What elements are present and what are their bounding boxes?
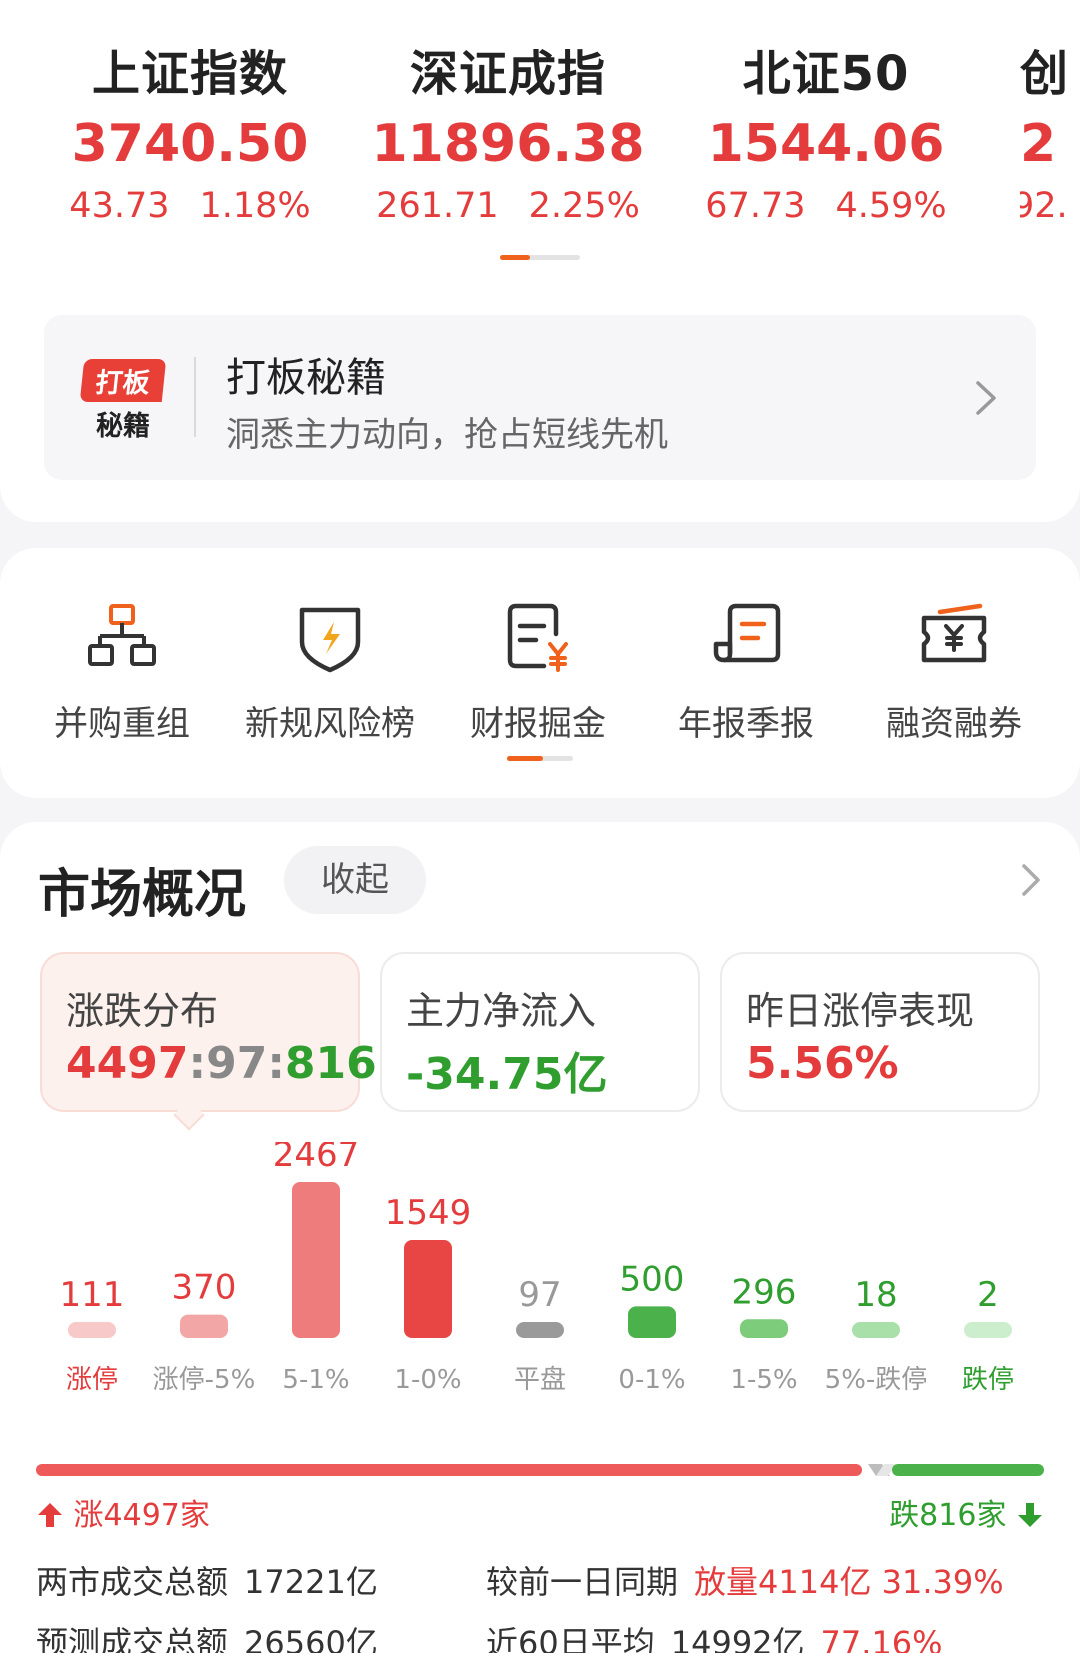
index-shanghai[interactable]: 上证指数 3740.50 43.73 1.18% bbox=[40, 34, 340, 226]
stat-value: -34.75亿 bbox=[406, 1049, 608, 1100]
chart-value-label: 2467 bbox=[273, 1142, 360, 1175]
chart-bar bbox=[516, 1322, 564, 1338]
stat-main-net-inflow[interactable]: 主力净流入 -34.75亿 bbox=[380, 952, 700, 1112]
index-price: 2 bbox=[1020, 114, 1057, 174]
index-change: 92. bbox=[1020, 186, 1068, 226]
index-name: 深证成指 bbox=[409, 46, 606, 102]
shortcut-earnings[interactable]: 财报掘金 bbox=[434, 598, 642, 745]
shortcut-risk-list[interactable]: 新规风险榜 bbox=[226, 598, 434, 745]
stat-label: 昨日涨停表现 bbox=[746, 989, 975, 1033]
market-overview-card: 市场概况 收起 涨跌分布 4497:97:816 主力净流入 -34.75亿 昨… bbox=[0, 822, 1080, 1653]
chart-bar bbox=[628, 1306, 676, 1338]
chart-category-label: 涨停 bbox=[66, 1365, 118, 1395]
shortcut-annual-report[interactable]: 年报季报 bbox=[642, 598, 850, 745]
shield-lightning-icon bbox=[299, 607, 361, 673]
shortcut-margin-trading[interactable]: 融资融券 bbox=[850, 598, 1058, 745]
stat-label: 主力净流入 bbox=[406, 989, 597, 1033]
arrow-up-icon bbox=[38, 1503, 62, 1527]
shortcut-label: 并购重组 bbox=[54, 704, 190, 744]
index-name: 北证50 bbox=[742, 46, 910, 102]
summary-row-compare: 较前一日同期 放量4114亿 31.39% bbox=[486, 1563, 1004, 1601]
chart-bar bbox=[404, 1240, 452, 1338]
shortcut-label: 新规风险榜 bbox=[245, 704, 415, 744]
yuan-ticket-icon bbox=[921, 603, 987, 663]
summary-row-forecast: 预测成交总额 26560亿 bbox=[36, 1624, 378, 1653]
distribution-bar-chart: 111 涨停 370 涨停-5% 2467 5-1% 1549 1-0% 97 平盘 500 0-1%… bbox=[60, 1142, 1014, 1395]
index-change: 67.73 4.59% bbox=[705, 186, 947, 226]
chart-bar bbox=[68, 1322, 116, 1338]
index-chinext-partial[interactable]: 创 2 92. bbox=[1020, 34, 1080, 226]
arrow-down-icon bbox=[1018, 1503, 1042, 1527]
shortcut-label: 融资融券 bbox=[886, 704, 1022, 744]
chart-category-label: 1-5% bbox=[730, 1365, 797, 1395]
shortcut-merger[interactable]: 并购重组 bbox=[18, 598, 226, 745]
chart-value-label: 97 bbox=[518, 1275, 561, 1315]
index-name: 创 bbox=[1020, 46, 1070, 102]
chevron-right-icon[interactable] bbox=[1016, 858, 1046, 902]
chart-bar bbox=[292, 1182, 340, 1338]
stat-updown-distribution[interactable]: 涨跌分布 4497:97:816 bbox=[40, 952, 377, 1112]
chart-bar bbox=[852, 1322, 900, 1338]
chart-category-label: 涨停-5% bbox=[153, 1365, 256, 1395]
index-price: 11896.38 bbox=[371, 114, 645, 174]
promo-logo: 打板 秘籍 bbox=[79, 359, 167, 442]
chart-category-label: 5-1% bbox=[282, 1365, 349, 1395]
report-yuan-icon bbox=[507, 603, 568, 672]
chart-value-label: 296 bbox=[732, 1272, 797, 1312]
chart-category-label: 跌停 bbox=[962, 1365, 1014, 1395]
chart-value-label: 111 bbox=[60, 1275, 125, 1315]
stat-yesterday-limit-up[interactable]: 昨日涨停表现 5.56% bbox=[720, 952, 1040, 1112]
index-change: 261.71 2.25% bbox=[376, 186, 640, 226]
chart-category-label: 0-1% bbox=[618, 1365, 685, 1395]
up-count: 涨4497家 bbox=[36, 1490, 210, 1534]
index-price: 3740.50 bbox=[71, 114, 309, 174]
index-shenzhen[interactable]: 深证成指 11896.38 261.71 2.25% bbox=[358, 34, 658, 226]
stat-value: 5.56% bbox=[746, 1038, 899, 1089]
index-beijing50[interactable]: 北证50 1544.06 67.73 4.59% bbox=[676, 34, 976, 226]
section-title: 市场概况 bbox=[38, 865, 247, 925]
summary-row-turnover: 两市成交总额 17221亿 bbox=[36, 1563, 378, 1601]
collapse-button[interactable]: 收起 bbox=[284, 846, 426, 914]
index-price: 1544.06 bbox=[707, 114, 945, 174]
index-change: 43.73 1.18% bbox=[69, 186, 311, 226]
org-chart-icon bbox=[88, 604, 156, 666]
chart-value-label: 1549 bbox=[385, 1193, 472, 1233]
chart-category-label: 平盘 bbox=[514, 1365, 566, 1395]
index-page-indicator bbox=[500, 255, 580, 260]
chart-value-label: 18 bbox=[854, 1275, 897, 1315]
promo-subtitle: 洞悉主力动向，抢占短线先机 bbox=[226, 415, 668, 455]
stat-value: 4497:97:816 bbox=[66, 1038, 377, 1089]
divider bbox=[194, 357, 196, 437]
chevron-right-icon bbox=[976, 381, 996, 415]
chart-value-label: 2 bbox=[977, 1275, 999, 1315]
shortcut-label: 财报掘金 bbox=[470, 704, 606, 744]
shortcut-page-indicator bbox=[507, 756, 573, 761]
promo-banner[interactable]: 打板 秘籍 打板秘籍 洞悉主力动向，抢占短线先机 bbox=[44, 315, 1036, 480]
scroll-document-icon bbox=[713, 603, 781, 663]
promo-title: 打板秘籍 bbox=[226, 355, 386, 401]
chart-category-label: 1-0% bbox=[394, 1365, 461, 1395]
chart-value-label: 370 bbox=[172, 1268, 237, 1308]
index-name: 上证指数 bbox=[91, 46, 288, 102]
chart-value-label: 500 bbox=[620, 1259, 685, 1299]
chart-bar bbox=[180, 1314, 228, 1338]
chart-bar bbox=[964, 1322, 1012, 1338]
chart-bar bbox=[740, 1319, 788, 1338]
updown-ratio-bar bbox=[36, 1464, 1044, 1476]
shortcut-label: 年报季报 bbox=[678, 704, 814, 744]
chart-category-label: 5%-跌停 bbox=[825, 1365, 928, 1395]
summary-row-avg60: 近60日平均 14992亿 77.16% bbox=[486, 1624, 943, 1653]
stat-label: 涨跌分布 bbox=[66, 989, 219, 1033]
index-ticker-card: 上证指数 3740.50 43.73 1.18% 深证成指 11896.38 26… bbox=[0, 0, 1080, 522]
down-count: 跌816家 bbox=[889, 1490, 1044, 1534]
